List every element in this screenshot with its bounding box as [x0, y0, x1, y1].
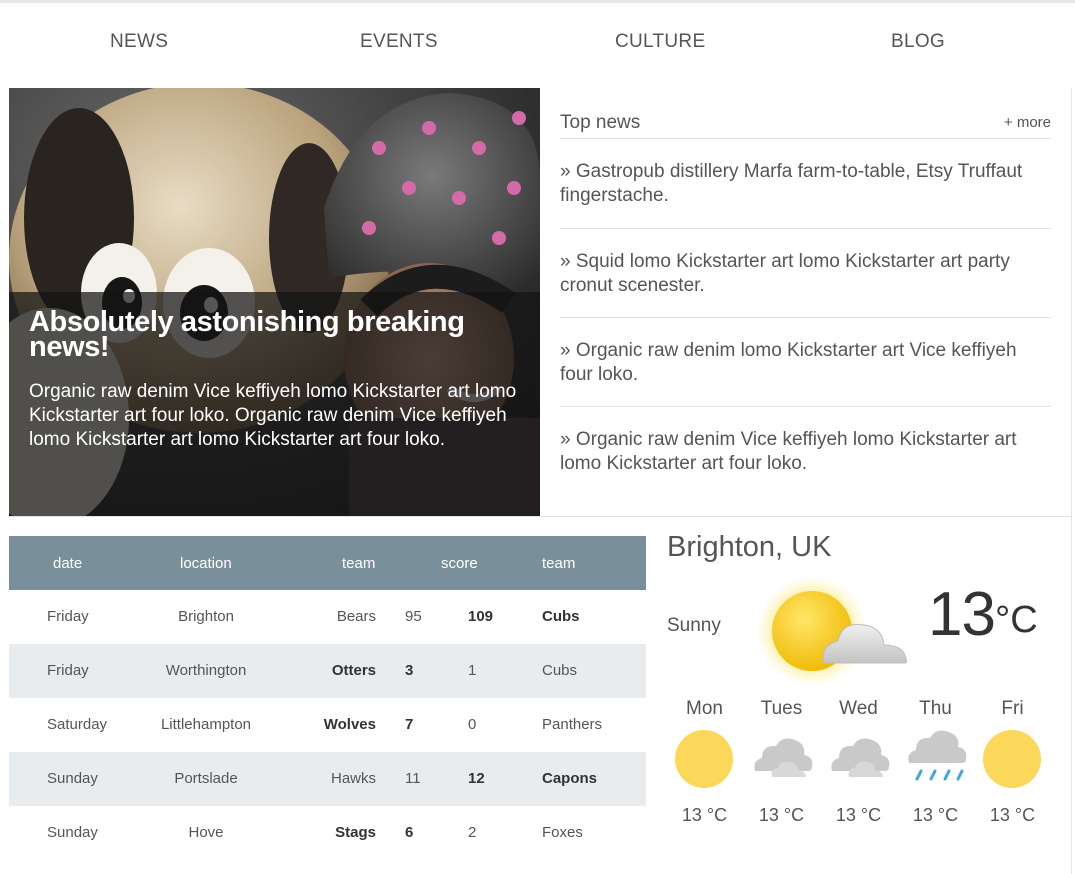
forecast-day: Tues: [760, 698, 803, 719]
cell-home-team: Wolves: [323, 716, 376, 733]
cell-date: Friday: [47, 662, 89, 679]
rain-icon: [908, 730, 967, 781]
forecast-temperature: 13 °C: [912, 805, 959, 825]
cell-away-score: 0: [468, 716, 477, 733]
cell-away-team: Panthers: [542, 716, 603, 733]
forecast-temperature: 13 °C: [989, 805, 1036, 825]
hero-story[interactable]: Absolutely astonishing breaking news! Or…: [9, 88, 540, 516]
top-news-item[interactable]: » Organic raw denim lomo Kickstarter art…: [560, 339, 1051, 387]
cell-home-team: Bears: [336, 608, 376, 625]
cloud-icon: [754, 738, 813, 777]
cell-date: Sunday: [47, 770, 98, 787]
top-news-title: Top news: [560, 112, 641, 133]
weather-condition: Sunny: [667, 615, 721, 636]
forecast-temperature: 13 °C: [835, 805, 882, 825]
cell-home-score: 7: [405, 716, 414, 733]
cell-home-team: Hawks: [330, 770, 376, 787]
cell-date: Saturday: [47, 716, 108, 733]
forecast-day: Fri: [1001, 698, 1024, 719]
cell-home-score: 6: [405, 824, 414, 841]
top-news-item[interactable]: » Organic raw denim Vice keffiyeh lomo K…: [560, 428, 1051, 476]
forecast-day: Mon: [686, 698, 723, 719]
forecast-temperature: 13 °C: [681, 805, 728, 825]
cell-away-score: 1: [468, 662, 477, 679]
cell-home-score: 3: [405, 662, 414, 679]
cell-away-team: Foxes: [542, 824, 583, 841]
table-row: Friday Brighton Bears 95 109 Cubs: [9, 590, 646, 644]
news-divider: [560, 228, 1051, 229]
header-score: score: [441, 555, 478, 572]
table-row: Friday Worthington Otters 3 1 Cubs: [9, 644, 646, 698]
header-date: date: [53, 555, 83, 572]
current-temperature: 13: [928, 580, 996, 649]
table-header: date location team score team: [9, 536, 646, 590]
header-team: team: [542, 555, 576, 572]
table-row: Sunday Hove Stags 6 2 Foxes: [9, 806, 646, 860]
forecast-temperature: 13 °C: [758, 805, 805, 825]
nav-news[interactable]: NEWS: [110, 31, 168, 53]
main-nav: NEWS EVENTS CULTURE BLOG: [0, 3, 1075, 87]
cell-home-score: 11: [405, 770, 421, 787]
table-body: Friday Brighton Bears 95 109 Cubs Friday Worthi…: [9, 590, 646, 860]
sun-icon: [983, 730, 1041, 788]
cell-location: Worthington: [165, 662, 247, 679]
forecast-day: Wed: [839, 698, 878, 719]
cell-location: Brighton: [178, 608, 234, 625]
right-border: [1071, 516, 1072, 874]
cell-location: Portslade: [174, 770, 238, 787]
top-news-item[interactable]: » Squid lomo Kickstarter art lomo Kickst…: [560, 250, 1051, 298]
sun-icon: [675, 730, 733, 788]
nav-blog[interactable]: BLOG: [891, 31, 945, 53]
cell-home-score: 95: [405, 608, 422, 625]
more-link[interactable]: + more: [1004, 114, 1051, 131]
cell-away-team: Cubs: [542, 662, 578, 679]
cell-home-team: Otters: [331, 662, 376, 679]
cloud-icon: [831, 738, 890, 777]
cell-location: Littlehampton: [160, 716, 252, 733]
hero-summary: Organic raw denim Vice keffiyeh lomo Kic…: [29, 381, 517, 450]
temperature-unit: °C: [995, 599, 1038, 641]
cell-date: Sunday: [47, 824, 98, 841]
header-location: location: [180, 555, 232, 572]
cell-home-team: Stags: [335, 824, 376, 841]
cell-location: Hove: [188, 824, 224, 841]
top-news-header: Top news + more: [560, 112, 1051, 139]
table-row: Saturday Littlehampton Wolves 7 0 Panthers: [9, 698, 646, 752]
header-team: team: [342, 555, 376, 572]
hero-title[interactable]: Absolutely astonishing breaking news!: [29, 308, 509, 362]
forecast-day: Thu: [919, 698, 952, 719]
cell-away-score: 12: [468, 770, 485, 787]
nav-events[interactable]: EVENTS: [360, 31, 438, 53]
top-news-panel: Top news + more » Gastropub distillery M…: [540, 88, 1072, 516]
top-news-item[interactable]: » Gastropub distillery Marfa farm-to-tab…: [560, 160, 1051, 208]
cell-away-score: 2: [468, 824, 477, 841]
nav-culture[interactable]: CULTURE: [615, 31, 705, 53]
weather-widget: Brighton, UK Sunny 13 °C Mon 13 °C Tues 13 …: [646, 517, 1071, 874]
cell-date: Friday: [47, 608, 89, 625]
table-row: Sunday Portslade Hawks 11 12 Capons: [9, 752, 646, 806]
cell-away-team: Cubs: [542, 608, 580, 625]
news-divider: [560, 317, 1051, 318]
weather-city: Brighton, UK: [667, 531, 832, 563]
sun-cloud-icon: [756, 575, 908, 687]
results-table: date location team score team Friday Brig…: [9, 536, 646, 860]
cell-away-score: 109: [468, 608, 494, 625]
news-divider: [560, 406, 1051, 407]
cell-away-team: Capons: [542, 770, 598, 787]
